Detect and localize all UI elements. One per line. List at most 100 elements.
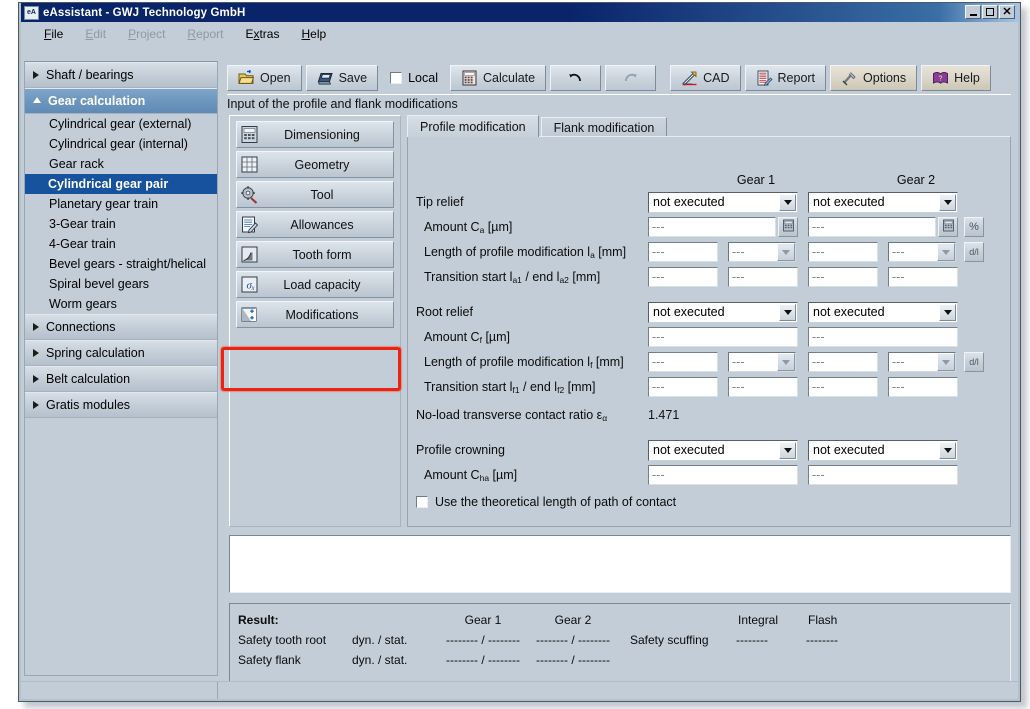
report-document-icon: [756, 70, 773, 86]
root-relief-gear1-select[interactable]: not executed: [648, 302, 798, 323]
chevron-down-icon[interactable]: [777, 353, 795, 371]
tip-amount-gear2-calculator-button[interactable]: [938, 217, 958, 237]
help-button[interactable]: ? Help: [921, 65, 991, 91]
maximize-icon[interactable]: [982, 5, 998, 19]
sidebar-item-cylindrical-gear-internal[interactable]: Cylindrical gear (internal): [25, 134, 217, 154]
module-label: Allowances: [259, 218, 393, 232]
tip-length-gear2-input[interactable]: ---: [808, 242, 878, 262]
tip-relief-gear1-select[interactable]: not executed: [648, 192, 798, 213]
profile-crowning-gear1-select[interactable]: not executed: [648, 440, 798, 461]
sidebar-item-spiral-bevel-gears[interactable]: Spiral bevel gears: [25, 274, 217, 294]
gear-tool-icon: [240, 185, 259, 204]
chevron-down-icon[interactable]: [939, 442, 956, 459]
tip-length-gear1-select[interactable]: ---: [728, 242, 796, 262]
root-length-ratio-button[interactable]: d/l: [964, 352, 984, 372]
root-transition-start-gear1-input[interactable]: ---: [648, 377, 718, 397]
options-button[interactable]: Options: [830, 65, 917, 91]
profile-modification-form: Gear 1 Gear 2 Tip relief not executed no…: [408, 137, 1010, 526]
root-length-gear1-select[interactable]: ---: [728, 352, 796, 372]
menu-report[interactable]: Report: [176, 25, 234, 43]
tip-transition-start-gear2-input[interactable]: ---: [808, 267, 878, 287]
sidebar-item-3-gear-train[interactable]: 3-Gear train: [25, 214, 217, 234]
root-length-gear2-select[interactable]: ---: [888, 352, 956, 372]
root-transition-start-gear2-input[interactable]: ---: [808, 377, 878, 397]
cad-button[interactable]: CAD: [670, 65, 740, 91]
sidebar-item-worm-gears[interactable]: Worm gears: [25, 294, 217, 314]
tab-profile-modification[interactable]: Profile modification: [407, 115, 539, 137]
crown-amount-gear2-input[interactable]: ---: [808, 465, 958, 485]
tab-flank-modification[interactable]: Flank modification: [541, 117, 668, 137]
root-amount-gear2-input[interactable]: ---: [808, 327, 958, 347]
module-button-modifications[interactable]: Modifications: [236, 301, 394, 328]
sidebar-item-bevel-gears[interactable]: Bevel gears - straight/helical: [25, 254, 217, 274]
root-amount-gear1-input[interactable]: ---: [648, 327, 798, 347]
menu-edit[interactable]: Edit: [74, 25, 117, 43]
chevron-down-icon[interactable]: [779, 304, 796, 321]
minimize-icon[interactable]: [965, 5, 981, 19]
chevron-down-icon[interactable]: [779, 442, 796, 459]
tab-strip: Profile modification Flank modification: [407, 115, 669, 137]
tip-relief-gear2-select[interactable]: not executed: [808, 192, 958, 213]
root-length-gear1-input[interactable]: ---: [648, 352, 718, 372]
sidebar-item-cylindrical-gear-external[interactable]: Cylindrical gear (external): [25, 114, 217, 134]
chevron-down-icon[interactable]: [937, 243, 955, 261]
tab-panel: Profile modification Flank modification …: [407, 115, 1011, 527]
chevron-down-icon[interactable]: [937, 353, 955, 371]
root-transition-end-gear2-input[interactable]: ---: [888, 377, 958, 397]
sidebar-group-shaft-bearings[interactable]: Shaft / bearings: [25, 62, 217, 88]
module-button-dimensioning[interactable]: Dimensioning: [236, 121, 394, 148]
label-tip-transition: Transition start la1 / end la2 [mm]: [424, 270, 600, 285]
report-button[interactable]: Report: [745, 65, 827, 91]
tip-length-ratio-button[interactable]: d/l: [964, 242, 984, 262]
open-button[interactable]: Open: [227, 65, 302, 91]
sidebar-item-cylindrical-gear-pair[interactable]: Cylindrical gear pair: [25, 174, 217, 194]
menu-extras[interactable]: Extras: [234, 25, 290, 43]
tip-amount-gear1-input[interactable]: ---: [648, 217, 776, 237]
chevron-down-icon[interactable]: [779, 194, 796, 211]
tip-amount-gear1-calculator-button[interactable]: [778, 217, 798, 237]
sidebar-group-gratis-modules[interactable]: Gratis modules: [25, 392, 217, 418]
sidebar-item-gear-rack[interactable]: Gear rack: [25, 154, 217, 174]
tip-length-gear1-input[interactable]: ---: [648, 242, 718, 262]
sidebar-item-4-gear-train[interactable]: 4-Gear train: [25, 234, 217, 254]
close-icon[interactable]: ✕: [999, 5, 1015, 19]
menu-project[interactable]: Project: [117, 25, 176, 43]
sidebar-group-gear-calculation[interactable]: Gear calculation: [25, 88, 217, 114]
root-transition-end-gear1-input[interactable]: ---: [728, 377, 798, 397]
save-button[interactable]: Save: [306, 65, 379, 91]
sidebar-group-connections[interactable]: Connections: [25, 314, 217, 340]
theoretical-contact-checkbox[interactable]: Use the theoretical length of path of co…: [416, 495, 676, 509]
crown-amount-gear1-input[interactable]: ---: [648, 465, 798, 485]
module-button-allowances[interactable]: Allowances: [236, 211, 394, 238]
redo-button[interactable]: [605, 65, 656, 91]
tip-transition-start-gear1-input[interactable]: ---: [648, 267, 718, 287]
sidebar-group-spring-calculation[interactable]: Spring calculation: [25, 340, 217, 366]
percent-button[interactable]: %: [964, 217, 984, 237]
sidebar-group-belt-calculation[interactable]: Belt calculation: [25, 366, 217, 392]
chevron-down-icon[interactable]: [939, 194, 956, 211]
module-button-load-capacity[interactable]: σ x Load capacity: [236, 271, 394, 298]
module-button-geometry[interactable]: Geometry: [236, 151, 394, 178]
menu-help[interactable]: Help: [290, 25, 337, 43]
label-subscript-1: f1: [512, 385, 519, 395]
tip-amount-gear2-input[interactable]: ---: [808, 217, 936, 237]
sidebar-item-planetary-gear-train[interactable]: Planetary gear train: [25, 194, 217, 214]
label-profile-crowning: Profile crowning: [416, 443, 505, 457]
tip-transition-end-gear2-input[interactable]: ---: [888, 267, 958, 287]
calculate-button[interactable]: Calculate: [450, 65, 546, 91]
profile-crowning-gear2-select[interactable]: not executed: [808, 440, 958, 461]
module-button-tooth-form[interactable]: Tooth form: [236, 241, 394, 268]
root-relief-gear2-select[interactable]: not executed: [808, 302, 958, 323]
menu-file[interactable]: FFileile: [33, 25, 74, 43]
chevron-down-icon[interactable]: [939, 304, 956, 321]
tip-transition-end-gear1-input[interactable]: ---: [728, 267, 798, 287]
chevron-down-icon[interactable]: [777, 243, 795, 261]
module-button-tool[interactable]: Tool: [236, 181, 394, 208]
sidebar-label: Connections: [46, 320, 116, 334]
local-checkbox[interactable]: Local: [382, 71, 446, 85]
undo-button[interactable]: [550, 65, 601, 91]
tip-length-gear2-select[interactable]: ---: [888, 242, 956, 262]
root-length-gear2-input[interactable]: ---: [808, 352, 878, 372]
calculator-icon: [461, 70, 478, 86]
result-row-label: Safety tooth root: [238, 633, 326, 647]
